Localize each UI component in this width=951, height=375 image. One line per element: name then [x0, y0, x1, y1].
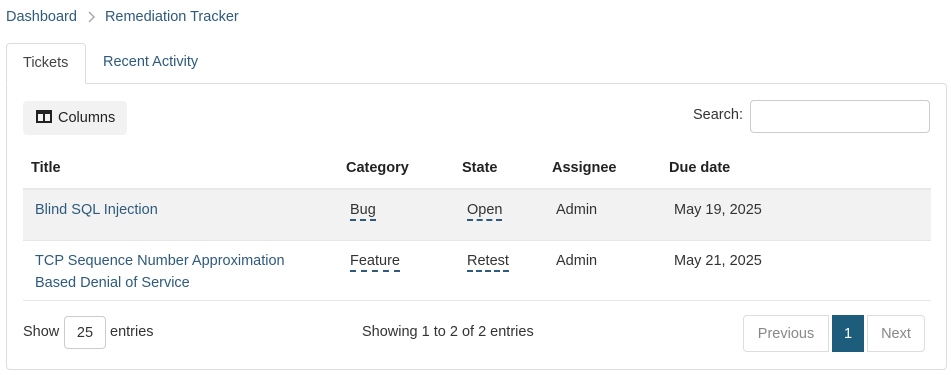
state-value: Open: [467, 202, 503, 221]
page-1-button[interactable]: 1: [832, 315, 864, 352]
breadcrumb-dashboard-link[interactable]: Dashboard: [6, 9, 77, 25]
breadcrumb: Dashboard Remediation Tracker: [6, 9, 239, 25]
assignee-value: Admin: [556, 202, 598, 218]
category-value: Feature: [350, 253, 400, 272]
column-header-state[interactable]: State: [462, 160, 497, 176]
tickets-panel: Columns Search: Title Category State Ass…: [6, 83, 947, 370]
chevron-right-icon: [87, 11, 95, 23]
column-header-due-date[interactable]: Due date: [669, 160, 730, 176]
ticket-title-line-1: TCP Sequence Number Approximation: [35, 253, 285, 269]
due-date-value: May 19, 2025: [674, 202, 762, 218]
tab-bar: Tickets Recent Activity: [6, 43, 947, 84]
table-info: Showing 1 to 2 of 2 entries: [362, 324, 534, 340]
columns-button-label: Columns: [58, 110, 116, 126]
state-editable[interactable]: Open: [467, 199, 503, 221]
category-value: Bug: [350, 202, 376, 221]
table-row: Blind SQL Injection Bug Open Admin May 1…: [23, 190, 931, 241]
columns-button[interactable]: Columns: [23, 101, 127, 135]
ticket-title-line-2: Based Denial of Service: [35, 275, 190, 291]
tab-recent-activity[interactable]: Recent Activity: [87, 43, 214, 84]
column-header-title[interactable]: Title: [31, 160, 61, 176]
search-label: Search:: [693, 107, 743, 123]
state-value: Retest: [467, 253, 509, 272]
next-page-button[interactable]: Next: [867, 315, 925, 352]
due-date-value: May 21, 2025: [674, 253, 762, 269]
column-header-category[interactable]: Category: [346, 160, 409, 176]
table-row: TCP Sequence Number Approximation Based …: [23, 241, 931, 301]
entries-label: entries: [110, 324, 154, 340]
assignee-value: Admin: [556, 253, 598, 269]
breadcrumb-remediation-tracker-link[interactable]: Remediation Tracker: [105, 9, 239, 25]
ticket-title-link[interactable]: Blind SQL Injection: [35, 199, 158, 221]
category-editable[interactable]: Feature: [350, 250, 400, 272]
ticket-title-link[interactable]: TCP Sequence Number Approximation Based …: [35, 250, 285, 294]
column-header-assignee[interactable]: Assignee: [552, 160, 616, 176]
search-input[interactable]: [750, 100, 930, 133]
show-label: Show: [23, 324, 60, 340]
state-editable[interactable]: Retest: [467, 250, 509, 272]
previous-page-button[interactable]: Previous: [743, 315, 829, 352]
page-length-select[interactable]: 25: [64, 316, 106, 349]
columns-icon: [36, 109, 58, 127]
tab-tickets[interactable]: Tickets: [6, 43, 86, 84]
category-editable[interactable]: Bug: [350, 199, 376, 221]
